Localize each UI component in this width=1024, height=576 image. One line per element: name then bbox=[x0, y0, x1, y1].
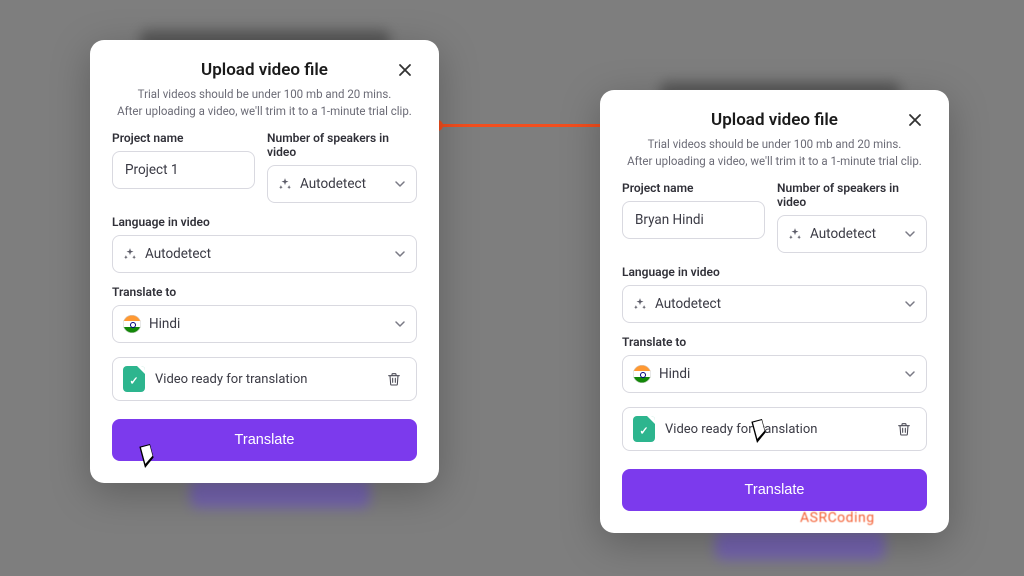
delete-file-button[interactable] bbox=[382, 367, 406, 391]
language-label: Language in video bbox=[622, 265, 927, 279]
close-icon bbox=[907, 112, 923, 128]
language-label: Language in video bbox=[112, 215, 417, 229]
chevron-down-icon bbox=[394, 248, 406, 260]
chevron-down-icon bbox=[904, 368, 916, 380]
modal-subtitle: Trial videos should be under 100 mb and … bbox=[622, 136, 927, 169]
trash-icon bbox=[896, 421, 912, 437]
translate-to-label: Translate to bbox=[112, 285, 417, 299]
chevron-down-icon bbox=[904, 298, 916, 310]
watermark-text: ASRCoding bbox=[800, 510, 875, 526]
translate-to-select[interactable]: Hindi bbox=[112, 305, 417, 343]
translate-to-value: Hindi bbox=[659, 366, 690, 382]
chevron-down-icon bbox=[904, 228, 916, 240]
translate-button[interactable]: Translate bbox=[112, 419, 417, 461]
close-icon bbox=[397, 62, 413, 78]
project-name-label: Project name bbox=[622, 181, 765, 195]
uploaded-file: Video ready for translation bbox=[112, 357, 417, 401]
sparkle-icon bbox=[278, 177, 292, 191]
language-select[interactable]: Autodetect bbox=[622, 285, 927, 323]
uploaded-file: Video ready for translation bbox=[622, 407, 927, 451]
upload-modal-1: Upload video file Trial videos should be… bbox=[90, 40, 439, 483]
modal-title: Upload video file bbox=[112, 60, 417, 80]
document-check-icon bbox=[123, 366, 145, 392]
chevron-down-icon bbox=[394, 178, 406, 190]
close-button[interactable] bbox=[397, 58, 421, 82]
flag-india-icon bbox=[633, 365, 651, 383]
speakers-label: Number of speakers in video bbox=[267, 131, 417, 159]
translate-to-label: Translate to bbox=[622, 335, 927, 349]
flag-india-icon bbox=[123, 315, 141, 333]
sparkle-icon bbox=[123, 247, 137, 261]
modal-subtitle: Trial videos should be under 100 mb and … bbox=[112, 86, 417, 119]
speakers-select[interactable]: Autodetect bbox=[777, 215, 927, 253]
language-select[interactable]: Autodetect bbox=[112, 235, 417, 273]
chevron-down-icon bbox=[394, 318, 406, 330]
project-name-input[interactable] bbox=[622, 201, 765, 239]
speakers-value: Autodetect bbox=[810, 226, 876, 242]
project-name-input[interactable] bbox=[112, 151, 255, 189]
translate-to-value: Hindi bbox=[149, 316, 180, 332]
delete-file-button[interactable] bbox=[892, 417, 916, 441]
language-value: Autodetect bbox=[145, 246, 211, 262]
speakers-select[interactable]: Autodetect bbox=[267, 165, 417, 203]
file-status: Video ready for translation bbox=[155, 372, 307, 387]
project-name-label: Project name bbox=[112, 131, 255, 145]
upload-modal-2: Upload video file Trial videos should be… bbox=[600, 90, 949, 533]
trash-icon bbox=[386, 371, 402, 387]
speakers-value: Autodetect bbox=[300, 176, 366, 192]
close-button[interactable] bbox=[907, 108, 931, 132]
document-check-icon bbox=[633, 416, 655, 442]
modal-title: Upload video file bbox=[622, 110, 927, 130]
sparkle-icon bbox=[633, 297, 647, 311]
speakers-label: Number of speakers in video bbox=[777, 181, 927, 209]
file-status: Video ready for translation bbox=[665, 422, 817, 437]
language-value: Autodetect bbox=[655, 296, 721, 312]
bg-blur bbox=[715, 530, 885, 560]
translate-to-select[interactable]: Hindi bbox=[622, 355, 927, 393]
translate-button[interactable]: Translate bbox=[622, 469, 927, 511]
sparkle-icon bbox=[788, 227, 802, 241]
